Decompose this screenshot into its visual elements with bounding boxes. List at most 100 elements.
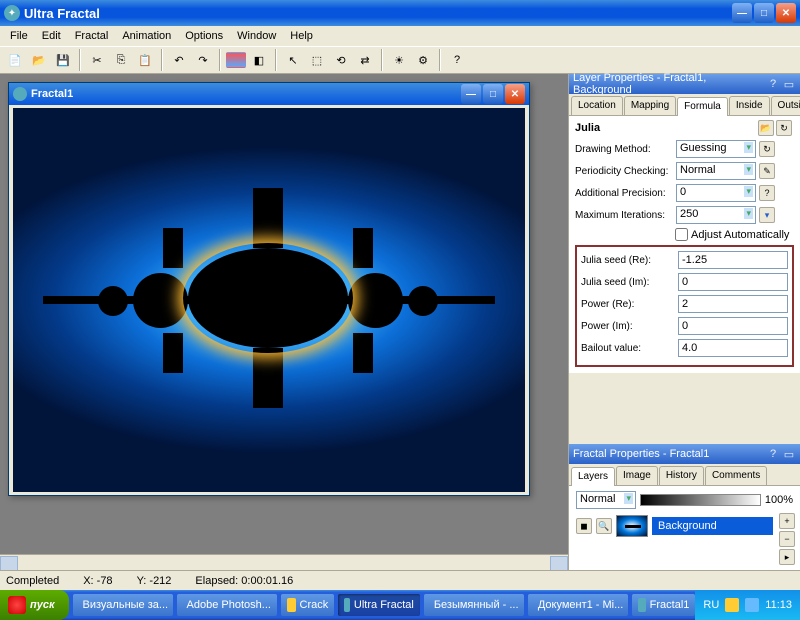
- clock[interactable]: 11:13: [765, 599, 792, 611]
- workspace: Fractal1 — □ ✕: [0, 74, 568, 570]
- power-im-input[interactable]: [678, 317, 788, 335]
- formula-reload-icon[interactable]: ↻: [776, 120, 792, 136]
- status-elapsed: Elapsed: 0:00:01.16: [195, 575, 293, 587]
- cut-button[interactable]: ✂: [86, 49, 108, 71]
- undo-button[interactable]: ↶: [168, 49, 190, 71]
- menu-help[interactable]: Help: [284, 28, 319, 44]
- drawing-method-select[interactable]: Guessing: [676, 140, 756, 158]
- redo-button[interactable]: ↷: [192, 49, 214, 71]
- layer-zoom-icon[interactable]: 🔍: [596, 518, 612, 534]
- app-title: Ultra Fractal: [24, 6, 732, 21]
- julia-seed-im-input[interactable]: [678, 273, 788, 291]
- doc-icon: [13, 87, 27, 101]
- taskbar-item[interactable]: Визуальные за...: [73, 594, 173, 616]
- layer-thumbnail[interactable]: [616, 515, 648, 537]
- tab-mapping[interactable]: Mapping: [624, 96, 676, 115]
- maximize-button[interactable]: □: [754, 3, 774, 23]
- menu-options[interactable]: Options: [179, 28, 229, 44]
- taskbar-item[interactable]: Безымянный - ...: [424, 594, 524, 616]
- tab-image[interactable]: Image: [616, 466, 658, 485]
- copy-button[interactable]: ⎘: [110, 49, 132, 71]
- tab-outside[interactable]: Outside: [771, 96, 800, 115]
- explore-button[interactable]: ☀: [388, 49, 410, 71]
- layer-item[interactable]: Background: [652, 517, 773, 535]
- panel-pin-icon[interactable]: ▭: [782, 77, 796, 91]
- tab-comments[interactable]: Comments: [705, 466, 767, 485]
- precision-select[interactable]: 0: [676, 184, 756, 202]
- layer-visible-icon[interactable]: ◼: [576, 518, 592, 534]
- doc-title: Fractal1: [31, 88, 461, 100]
- taskbar-item[interactable]: Crack: [281, 594, 335, 616]
- fractal-panel-help-icon[interactable]: ?: [766, 447, 780, 461]
- language-indicator[interactable]: RU: [703, 599, 719, 611]
- open-button[interactable]: 📂: [28, 49, 50, 71]
- tab-history[interactable]: History: [659, 466, 704, 485]
- fractal-panel-pin-icon[interactable]: ▭: [782, 447, 796, 461]
- taskbar-item[interactable]: Документ1 - Mi...: [528, 594, 628, 616]
- fractal-canvas[interactable]: [13, 108, 525, 492]
- opacity-slider[interactable]: [640, 494, 761, 506]
- drawing-method-reset-icon[interactable]: ↻: [759, 141, 775, 157]
- status-y: Y: -212: [137, 575, 172, 587]
- taskbar-item[interactable]: Fractal1: [632, 594, 696, 616]
- menu-window[interactable]: Window: [231, 28, 282, 44]
- paste-button[interactable]: 📋: [134, 49, 156, 71]
- formula-params-group: Julia seed (Re): Julia seed (Im): Power …: [575, 245, 794, 367]
- maxiter-expand-icon[interactable]: ▾: [759, 207, 775, 223]
- periodicity-edit-icon[interactable]: ✎: [759, 163, 775, 179]
- help-button[interactable]: ?: [446, 49, 468, 71]
- taskbar: пуск Визуальные за...Adobe Photosh...Cra…: [0, 590, 800, 620]
- layer-menu-button[interactable]: ▸: [779, 549, 795, 565]
- render-button[interactable]: ⚙: [412, 49, 434, 71]
- julia-seed-re-input[interactable]: [678, 251, 788, 269]
- gradient-button[interactable]: [226, 52, 246, 68]
- formula-panel: Julia 📂 ↻ Drawing Method: Guessing ↻ Per…: [569, 116, 800, 373]
- status-x: X: -78: [83, 575, 112, 587]
- tab-layers[interactable]: Layers: [571, 467, 615, 486]
- tab-inside[interactable]: Inside: [729, 96, 770, 115]
- layer-props-header: Layer Properties - Fractal1, Background …: [569, 74, 800, 94]
- menu-file[interactable]: File: [4, 28, 34, 44]
- adjust-auto-checkbox[interactable]: [675, 228, 688, 241]
- start-button[interactable]: пуск: [0, 590, 69, 620]
- remove-layer-button[interactable]: −: [779, 531, 795, 547]
- add-layer-button[interactable]: +: [779, 513, 795, 529]
- switch-tool[interactable]: ⇄: [354, 49, 376, 71]
- pointer-tool[interactable]: ↖: [282, 49, 304, 71]
- app-icon: ✦: [4, 5, 20, 21]
- periodicity-select[interactable]: Normal: [676, 162, 756, 180]
- mode-button[interactable]: ◧: [248, 49, 270, 71]
- taskbar-item[interactable]: Adobe Photosh...: [177, 594, 277, 616]
- precision-label: Additional Precision:: [575, 188, 673, 199]
- tab-formula[interactable]: Formula: [677, 97, 728, 116]
- panel-help-icon[interactable]: ?: [766, 77, 780, 91]
- status-state: Completed: [6, 575, 59, 587]
- precision-help-icon[interactable]: ?: [759, 185, 775, 201]
- tray-icon[interactable]: [745, 598, 759, 612]
- menu-edit[interactable]: Edit: [36, 28, 67, 44]
- save-button[interactable]: 💾: [52, 49, 74, 71]
- tray-icon[interactable]: [725, 598, 739, 612]
- h-scrollbar[interactable]: [0, 554, 568, 570]
- fractal-glow: [183, 243, 353, 353]
- menu-fractal[interactable]: Fractal: [69, 28, 115, 44]
- power-re-input[interactable]: [678, 295, 788, 313]
- tab-location[interactable]: Location: [571, 96, 623, 115]
- doc-minimize-button[interactable]: —: [461, 84, 481, 104]
- maxiter-select[interactable]: 250: [676, 206, 756, 224]
- fractal-props-header: Fractal Properties - Fractal1 ? ▭: [569, 444, 800, 464]
- select-tool[interactable]: ⬚: [306, 49, 328, 71]
- adjust-auto-label: Adjust Automatically: [691, 229, 789, 241]
- formula-browse-icon[interactable]: 📂: [758, 120, 774, 136]
- close-button[interactable]: ✕: [776, 3, 796, 23]
- taskbar-item[interactable]: Ultra Fractal: [338, 594, 420, 616]
- blend-mode-select[interactable]: Normal: [576, 491, 636, 509]
- bailout-input[interactable]: [678, 339, 788, 357]
- doc-close-button[interactable]: ✕: [505, 84, 525, 104]
- new-button[interactable]: 📄: [4, 49, 26, 71]
- menu-animation[interactable]: Animation: [116, 28, 177, 44]
- doc-maximize-button[interactable]: □: [483, 84, 503, 104]
- rotate-tool[interactable]: ⟲: [330, 49, 352, 71]
- document-window: Fractal1 — □ ✕: [8, 82, 530, 496]
- minimize-button[interactable]: —: [732, 3, 752, 23]
